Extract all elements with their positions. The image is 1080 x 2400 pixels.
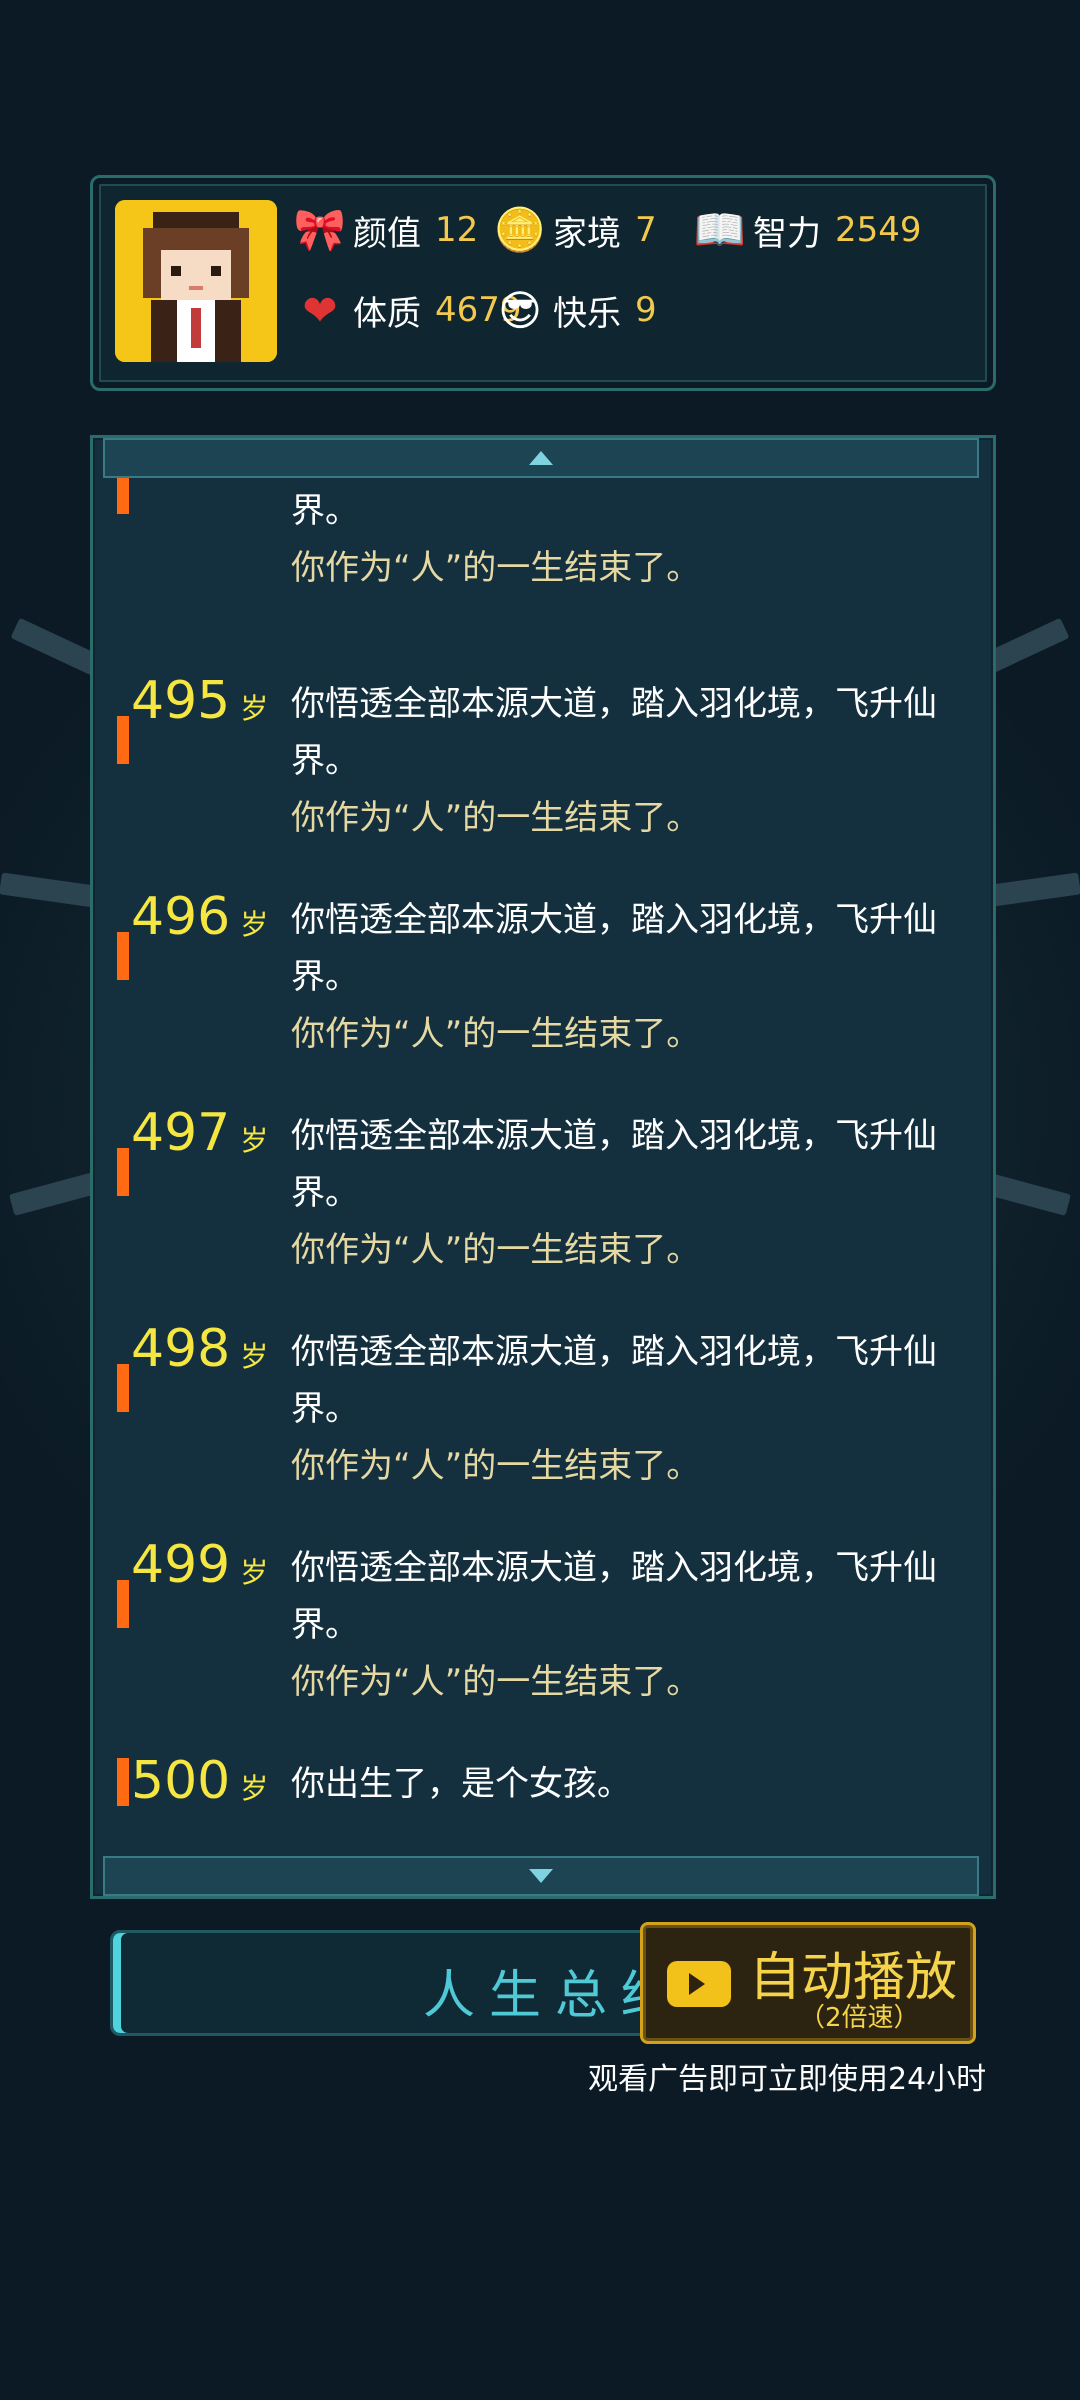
entry-marker	[117, 1148, 129, 1196]
stat-label: 体质	[353, 293, 421, 334]
entry-age: 495 岁	[131, 671, 269, 731]
entry-text: 你悟透全部本源大道，踏入羽化境，飞升仙界。 你作为“人”的一生结束了。	[291, 1332, 937, 1486]
entry-age: 500 岁	[131, 1751, 269, 1811]
entry-text: 你悟透全部本源大道，踏入羽化境，飞升仙界。 你作为“人”的一生结束了。	[291, 1116, 937, 1270]
stat-label: 颜值	[353, 213, 421, 254]
stat-happiness: 😎 快乐 9	[493, 282, 657, 338]
stat-value: 12	[435, 210, 479, 250]
entry-marker	[117, 716, 129, 764]
stat-label: 家境	[553, 213, 621, 254]
heart-icon: ❤	[302, 285, 338, 335]
entry-age: 498 岁	[131, 1319, 269, 1379]
stat-appearance: 🎀 颜值 12	[293, 202, 478, 258]
entry-marker	[117, 932, 129, 980]
book-icon: 📖	[693, 205, 747, 254]
stat-value: 7	[635, 210, 657, 250]
entry-age: 499 岁	[131, 1535, 269, 1595]
entry-age: 497 岁	[131, 1103, 269, 1163]
stats-panel: 🎀 颜值 12 🪙 家境 7 📖 智力 2549 ❤ 体质 4679 😎 快乐 …	[90, 175, 996, 391]
life-summary-button[interactable]: 人生总结	[110, 1930, 676, 2036]
entry-text: 你悟透全部本源大道，踏入羽化境，飞升仙界。 你作为“人”的一生结束了。	[291, 1548, 937, 1702]
entry-marker	[117, 1364, 129, 1412]
ad-note: 观看广告即可立即使用24小时	[588, 2062, 987, 2097]
bow-icon: 🎀	[293, 205, 347, 254]
stat-intelligence: 📖 智力 2549	[693, 202, 922, 258]
scroll-down-button[interactable]	[103, 1856, 979, 1896]
stat-constitution: ❤ 体质 4679	[293, 282, 521, 338]
arrow-up-icon	[529, 451, 553, 465]
stat-label: 智力	[753, 213, 821, 254]
coin-icon: 🪙	[493, 205, 547, 254]
life-log-list[interactable]: 494岁 你悟透全部本源大道，踏入羽化境，飞升仙界。 你作为“人”的一生结束了。…	[93, 438, 993, 1896]
stat-label: 快乐	[553, 293, 621, 334]
video-camera-icon	[667, 1961, 731, 2007]
auto-play-button[interactable]: 自动播放 （2倍速）	[640, 1922, 976, 2044]
sunglasses-face-icon: 😎	[498, 285, 542, 335]
life-log-panel[interactable]: 494岁 你悟透全部本源大道，踏入羽化境，飞升仙界。 你作为“人”的一生结束了。…	[90, 435, 996, 1899]
arrow-down-icon	[529, 1869, 553, 1883]
entry-text: 你悟透全部本源大道，踏入羽化境，飞升仙界。 你作为“人”的一生结束了。	[291, 900, 937, 1054]
entry-marker	[117, 1580, 129, 1628]
entry-marker	[117, 1758, 129, 1806]
entry-text: 你悟透全部本源大道，踏入羽化境，飞升仙界。 你作为“人”的一生结束了。	[291, 684, 937, 838]
scroll-up-button[interactable]	[103, 438, 979, 478]
entry-text: 你出生了，是个女孩。	[291, 1764, 631, 1804]
stat-value: 9	[635, 290, 657, 330]
stat-value: 2549	[835, 210, 922, 250]
entry-age: 496 岁	[131, 887, 269, 947]
auto-play-speed: （2倍速）	[799, 2003, 920, 2033]
stat-family: 🪙 家境 7	[493, 202, 657, 258]
avatar	[115, 200, 277, 362]
